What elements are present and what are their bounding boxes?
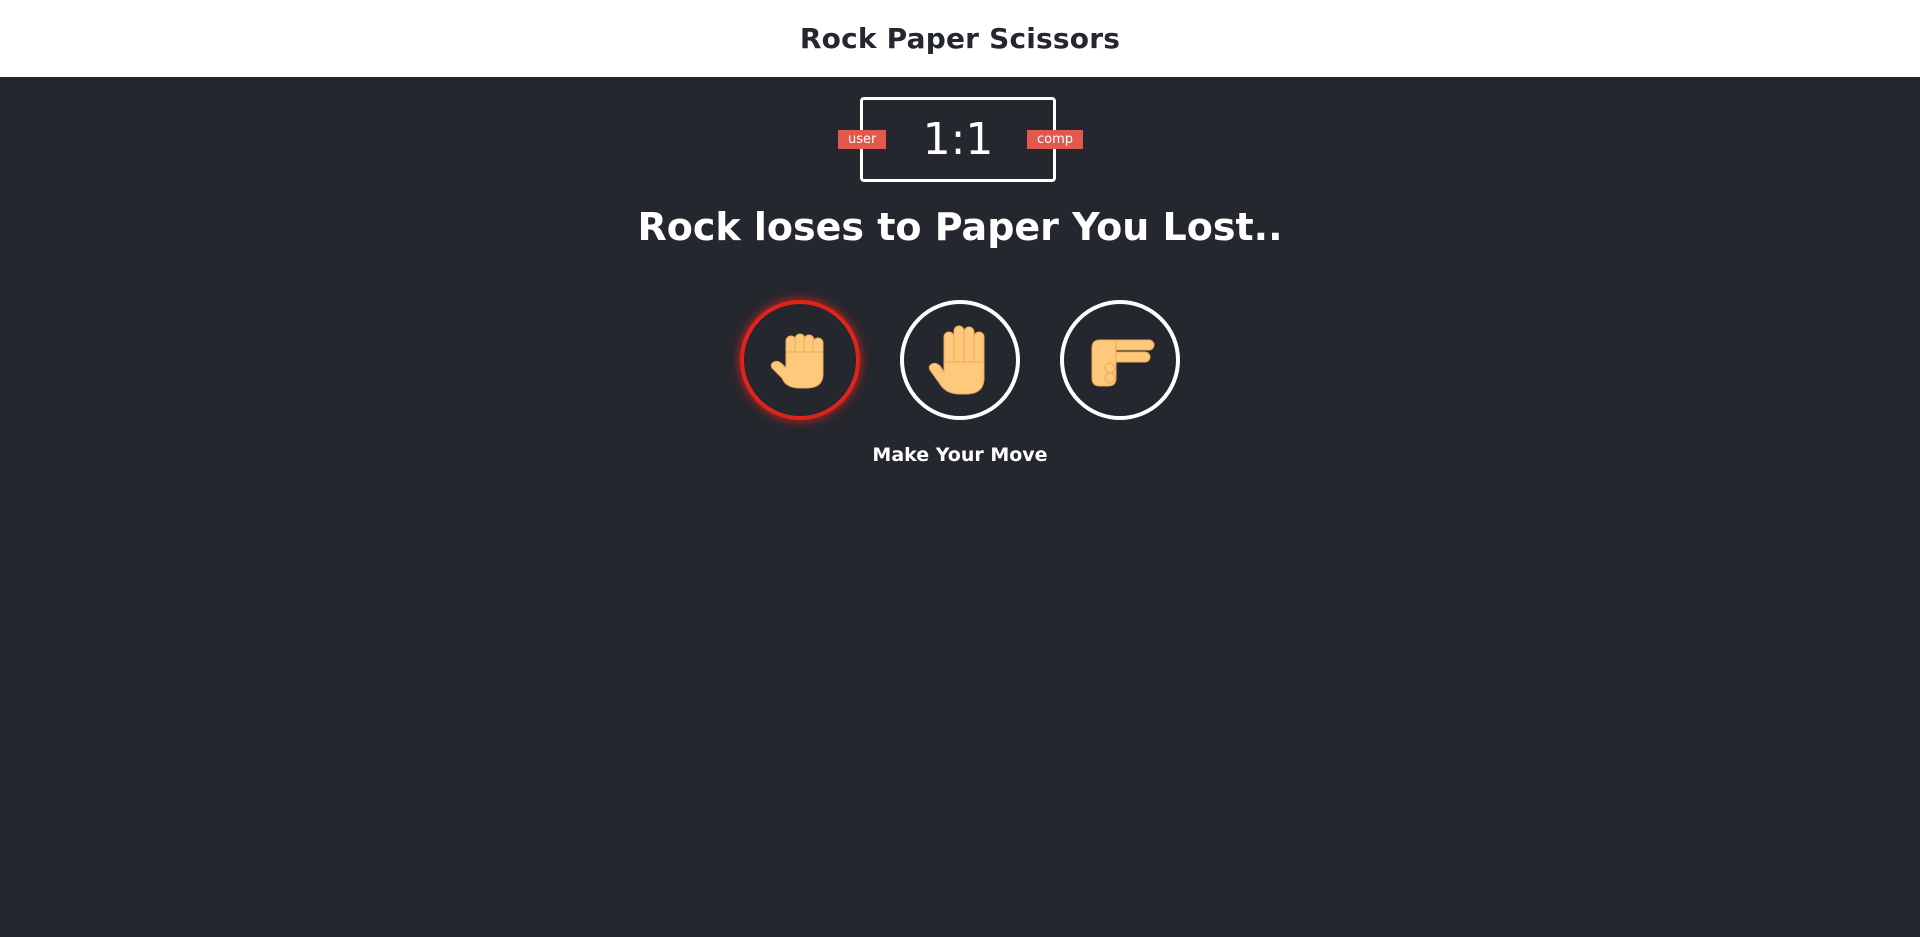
fist-icon [770,333,824,389]
app-header: Rock Paper Scissors [0,0,1920,77]
page-title: Rock Paper Scissors [799,22,1121,55]
score-display: 1:1 [922,114,994,165]
open-hand-icon [928,325,985,395]
result-message: Rock loses to Paper You Lost.. [637,205,1283,249]
paper-button[interactable] [900,300,1020,420]
choices-row [0,300,1920,420]
user-badge: user [838,130,887,149]
rock-button[interactable] [740,300,860,420]
scissors-button[interactable] [1060,300,1180,420]
comp-badge: comp [1027,130,1084,149]
scissors-hand-icon [1091,339,1155,387]
make-move-prompt: Make Your Move [872,444,1048,466]
